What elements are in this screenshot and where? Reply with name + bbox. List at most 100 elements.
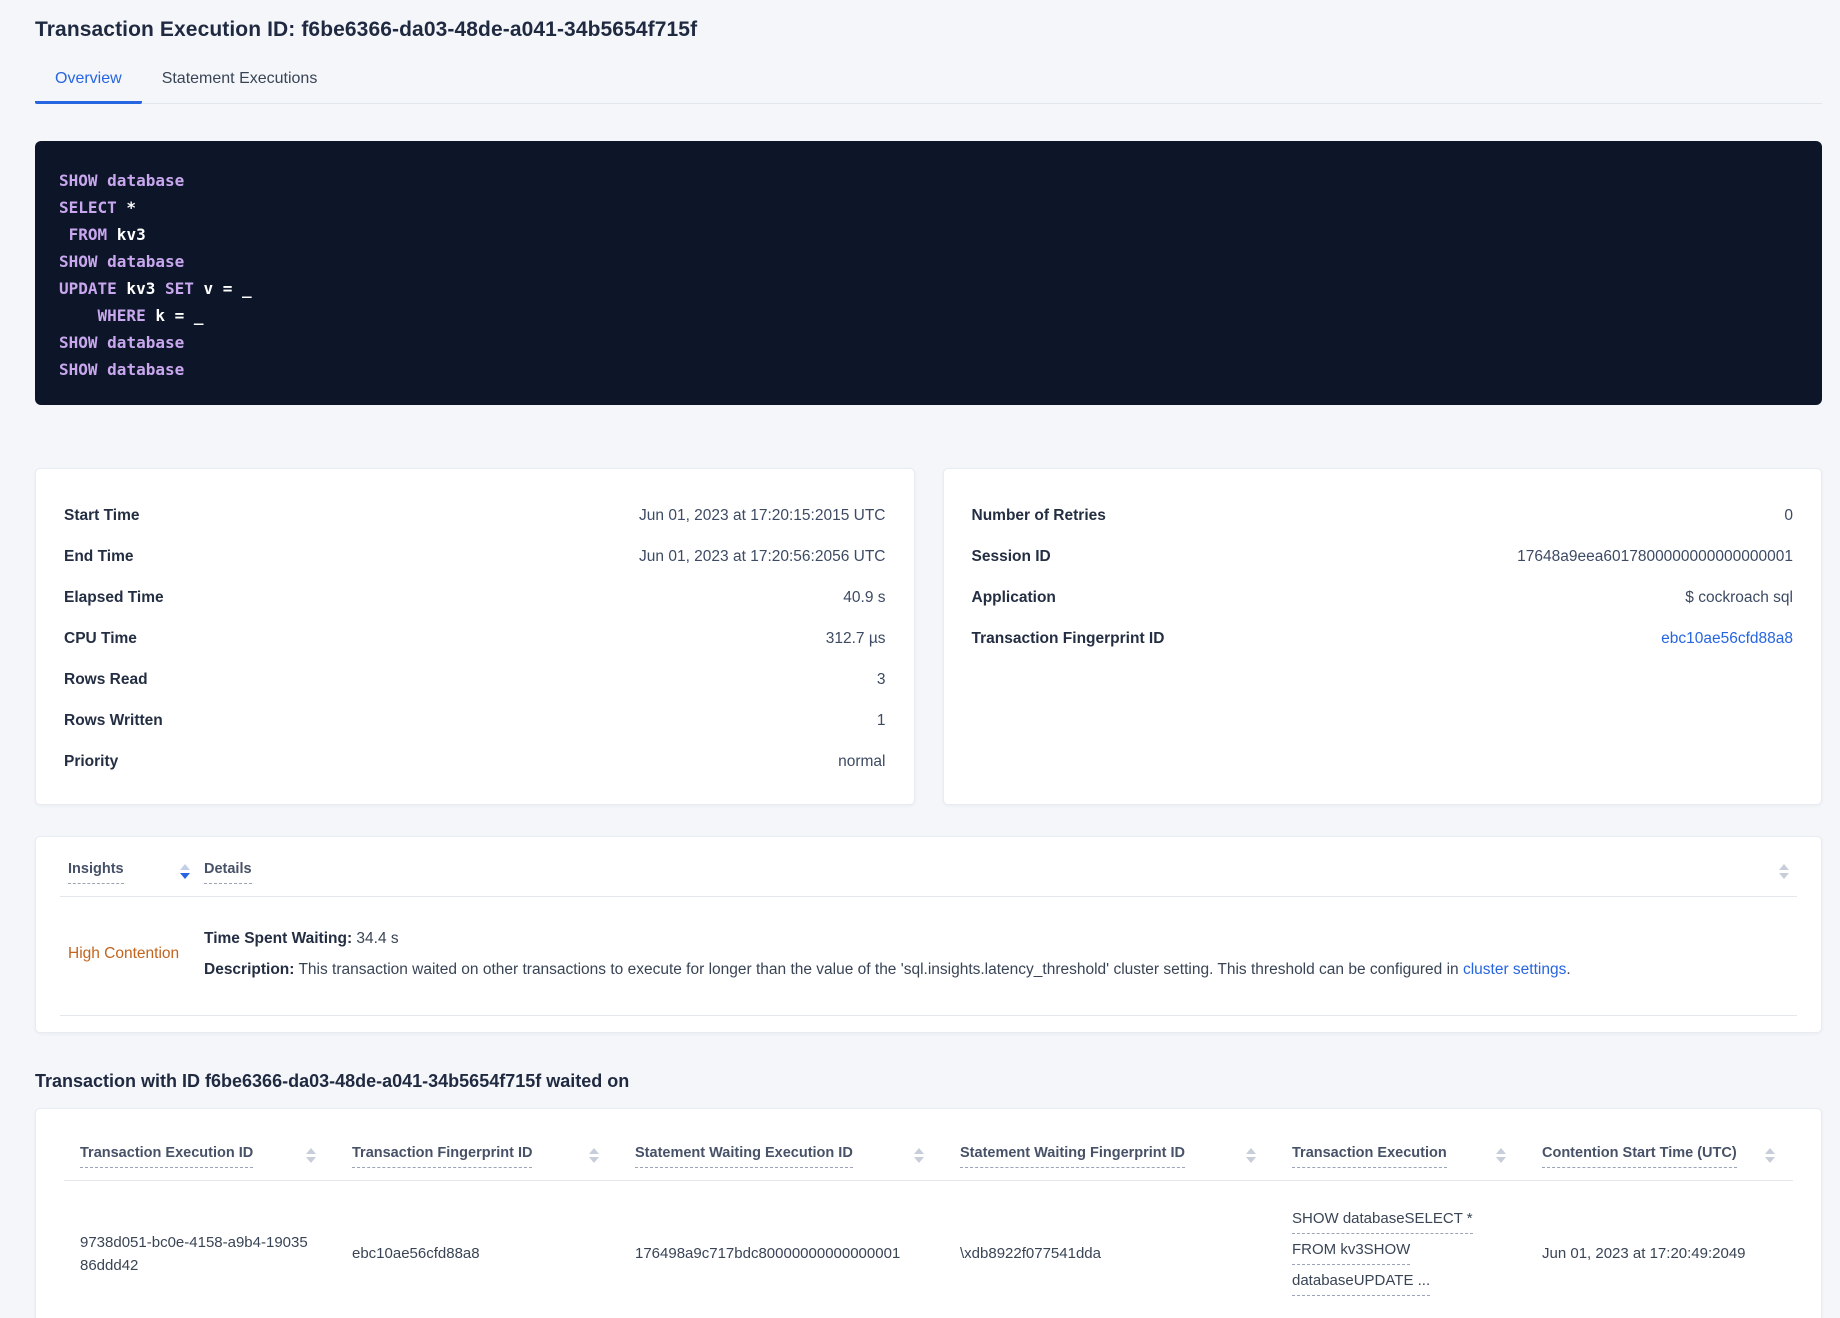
statement-waiting-fingerprint-id-cell: \xdb8922f077541dda bbox=[960, 1245, 1101, 1262]
column-label: Statement Waiting Execution ID bbox=[635, 1145, 853, 1168]
column-header-transaction-execution[interactable]: Transaction Execution bbox=[1292, 1145, 1542, 1168]
sql-line: SHOW database bbox=[59, 252, 185, 271]
stat-value: $ cockroach sql bbox=[1685, 588, 1793, 606]
stat-value: 3 bbox=[876, 670, 886, 688]
stat-label: Session ID bbox=[971, 547, 1051, 565]
stat-label: Application bbox=[971, 588, 1056, 606]
stat-row: Rows Read 3 bbox=[64, 659, 886, 700]
transaction-fingerprint-link[interactable]: ebc10ae56cfd88a8 bbox=[1661, 630, 1793, 648]
summary-cards: Start Time Jun 01, 2023 at 17:20:15:2015 … bbox=[35, 468, 1822, 805]
transaction-execution-link[interactable]: FROM kv3SHOW bbox=[1292, 1238, 1411, 1265]
stat-label: Number of Retries bbox=[971, 506, 1106, 524]
transaction-execution-link[interactable]: databaseUPDATE ... bbox=[1292, 1269, 1431, 1296]
sql-line: SHOW database bbox=[59, 333, 185, 352]
stat-value: 40.9 s bbox=[843, 588, 886, 606]
column-label: Contention Start Time (UTC) bbox=[1542, 1145, 1737, 1168]
sort-icon[interactable] bbox=[1246, 1148, 1256, 1163]
sql-line: SHOW database bbox=[59, 360, 185, 379]
table-row: 9738d051-bc0e-4158-a9b4-1903586ddd42 ebc1… bbox=[64, 1181, 1793, 1318]
tab-bar: Overview Statement Executions bbox=[35, 58, 1822, 104]
insight-badge-high-contention: High Contention bbox=[68, 945, 180, 962]
time-spent-waiting: Time Spent Waiting: 34.4 s bbox=[204, 923, 1789, 954]
insights-column-label: Insights bbox=[68, 861, 124, 884]
sort-icon[interactable] bbox=[1496, 1148, 1506, 1163]
sql-line: UPDATE kv3 SET v = _ bbox=[59, 279, 252, 298]
time-spent-waiting-value: 34.4 s bbox=[352, 930, 399, 947]
waited-on-table: Transaction Execution ID Transaction Fing… bbox=[35, 1108, 1822, 1318]
session-summary-card: Number of Retries 0 Session ID 17648a9eea60… bbox=[942, 468, 1822, 805]
stat-row: Number of Retries 0 bbox=[972, 495, 1794, 536]
description-label: Description: bbox=[204, 961, 295, 978]
tab-statement-executions[interactable]: Statement Executions bbox=[142, 58, 338, 104]
stat-row: Transaction Fingerprint ID ebc10ae56cfd88… bbox=[972, 618, 1794, 659]
column-label: Transaction Execution bbox=[1292, 1145, 1447, 1168]
transaction-execution-page: Transaction Execution ID: f6be6366-da03-… bbox=[0, 0, 1840, 1318]
stat-value: 17648a9eea6017800000000000000001 bbox=[1517, 547, 1793, 565]
stat-label: Priority bbox=[64, 752, 119, 770]
details-column-label: Details bbox=[204, 861, 252, 884]
cluster-settings-link[interactable]: cluster settings bbox=[1463, 961, 1566, 978]
stat-row: Application $ cockroach sql bbox=[972, 577, 1794, 618]
insight-row: High Contention Time Spent Waiting: 34.4… bbox=[60, 897, 1797, 1016]
column-label: Transaction Execution ID bbox=[80, 1145, 254, 1168]
transaction-execution-link[interactable]: SHOW databaseSELECT * bbox=[1292, 1207, 1473, 1234]
sql-line: SELECT * bbox=[59, 198, 137, 217]
waited-on-header: Transaction Execution ID Transaction Fing… bbox=[64, 1131, 1793, 1168]
stat-value: normal bbox=[838, 752, 886, 770]
column-header-details[interactable]: Details bbox=[204, 861, 1779, 884]
stat-label: Start Time bbox=[64, 506, 140, 524]
column-label: Statement Waiting Fingerprint ID bbox=[960, 1145, 1186, 1168]
stat-label: CPU Time bbox=[64, 629, 137, 647]
stat-value: Jun 01, 2023 at 17:20:56:2056 UTC bbox=[639, 547, 886, 565]
sql-statements-box: SHOW database SELECT * FROM kv3 SHOW datab… bbox=[35, 141, 1822, 405]
column-header-statement-waiting-execution-id[interactable]: Statement Waiting Execution ID bbox=[635, 1145, 960, 1168]
stat-label: Rows Written bbox=[64, 711, 163, 729]
column-header-statement-waiting-fingerprint-id[interactable]: Statement Waiting Fingerprint ID bbox=[960, 1145, 1292, 1168]
statement-waiting-execution-id-cell: 176498a9c717bdc80000000000000001 bbox=[635, 1245, 901, 1262]
column-header-insights[interactable]: Insights bbox=[68, 861, 204, 884]
transaction-execution-cell: SHOW databaseSELECT * FROM kv3SHOW databas… bbox=[1292, 1207, 1542, 1300]
waited-on-heading: Transaction with ID f6be6366-da03-48de-a… bbox=[35, 1071, 630, 1091]
tab-overview[interactable]: Overview bbox=[35, 58, 142, 104]
sort-icon[interactable] bbox=[180, 864, 190, 879]
sort-icon[interactable] bbox=[1779, 864, 1789, 879]
stat-row: Session ID 17648a9eea60178000000000000000… bbox=[972, 536, 1794, 577]
stat-value: 0 bbox=[1784, 506, 1793, 524]
sql-line: WHERE k = _ bbox=[97, 306, 204, 325]
stat-row: End Time Jun 01, 2023 at 17:20:56:2056 UT… bbox=[64, 536, 886, 577]
stat-label: Elapsed Time bbox=[64, 588, 164, 606]
stat-value: 312.7 µs bbox=[825, 629, 886, 647]
stat-label: Transaction Fingerprint ID bbox=[971, 629, 1165, 647]
stat-row: Elapsed Time 40.9 s bbox=[64, 577, 886, 618]
sort-icon[interactable] bbox=[1765, 1148, 1775, 1163]
sql-line: FROM kv3 bbox=[68, 225, 146, 244]
stat-row: Rows Written 1 bbox=[64, 700, 886, 741]
waited-on-body: 9738d051-bc0e-4158-a9b4-1903586ddd42 ebc1… bbox=[64, 1181, 1793, 1318]
contention-start-time-cell: Jun 01, 2023 at 17:20:49:2049 bbox=[1542, 1245, 1746, 1262]
description-text: This transaction waited on other transac… bbox=[294, 961, 1463, 978]
insights-table: Insights Details High Contention Time Sp… bbox=[35, 836, 1822, 1033]
sql-line: SHOW database bbox=[59, 171, 185, 190]
time-spent-waiting-label: Time Spent Waiting: bbox=[204, 930, 353, 947]
insights-header-right bbox=[1779, 861, 1789, 879]
column-header-contention-start-time-utc[interactable]: Contention Start Time (UTC) bbox=[1542, 1145, 1777, 1168]
transaction-execution-id-cell: 9738d051-bc0e-4158-a9b4-1903586ddd42 bbox=[80, 1233, 308, 1274]
column-label: Transaction Fingerprint ID bbox=[352, 1145, 533, 1168]
page-title: Transaction Execution ID: f6be6366-da03-… bbox=[35, 18, 698, 41]
column-header-transaction-fingerprint-id[interactable]: Transaction Fingerprint ID bbox=[352, 1145, 635, 1168]
sort-icon[interactable] bbox=[914, 1148, 924, 1163]
stat-row: CPU Time 312.7 µs bbox=[64, 618, 886, 659]
insight-details: Time Spent Waiting: 34.4 s Description: … bbox=[204, 923, 1789, 985]
stat-value: 1 bbox=[876, 711, 886, 729]
column-header-transaction-execution-id[interactable]: Transaction Execution ID bbox=[80, 1145, 352, 1168]
execution-summary-card: Start Time Jun 01, 2023 at 17:20:15:2015 … bbox=[35, 468, 915, 805]
summary-right-rows: Number of Retries 0 Session ID 17648a9eea60… bbox=[972, 495, 1794, 659]
description-suffix: . bbox=[1566, 961, 1571, 978]
stat-label: End Time bbox=[64, 547, 134, 565]
sort-icon[interactable] bbox=[589, 1148, 599, 1163]
transaction-fingerprint-id-cell: ebc10ae56cfd88a8 bbox=[352, 1245, 480, 1262]
sort-icon[interactable] bbox=[306, 1148, 316, 1163]
sql-code: SHOW database SELECT * FROM kv3 SHOW datab… bbox=[59, 167, 1798, 383]
insights-header: Insights Details bbox=[60, 851, 1797, 884]
stat-value: Jun 01, 2023 at 17:20:15:2015 UTC bbox=[639, 506, 886, 524]
